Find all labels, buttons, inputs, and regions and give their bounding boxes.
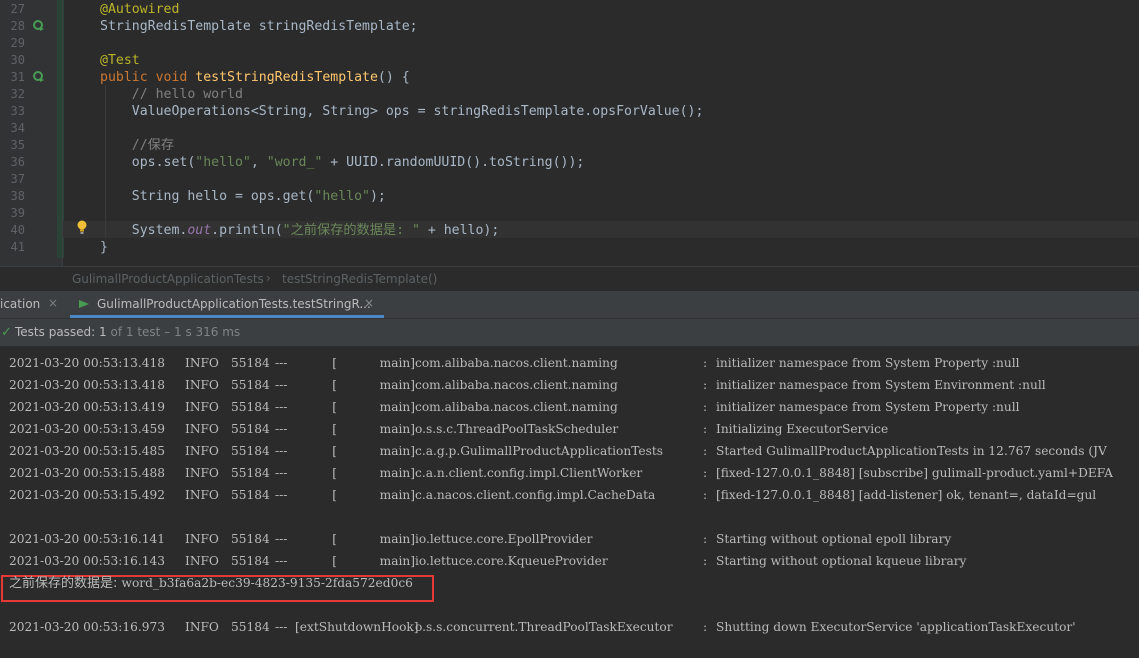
test-status-bar: ✓ Tests passed: 1 of 1 test – 1 s 316 ms xyxy=(0,318,1139,347)
line-number: 40 xyxy=(10,223,25,237)
code-line[interactable]: 33 ValueOperations<String, String> ops =… xyxy=(0,103,1139,120)
line-number: 27 xyxy=(10,2,25,16)
line-number: 37 xyxy=(10,172,25,186)
line-number: 34 xyxy=(10,121,25,135)
code-line[interactable]: 28 StringRedisTemplate stringRedisTemplat… xyxy=(0,18,1139,35)
run-tool-window-tabs: ication × GulimallProductApplicationTest… xyxy=(0,291,1139,318)
code-line[interactable]: 27 @Autowired xyxy=(0,1,1139,18)
tab-previous-run[interactable]: ication xyxy=(0,297,40,311)
code-text: //保存 xyxy=(100,138,175,153)
tab-label: GulimallProductApplicationTests.testStri… xyxy=(97,297,371,311)
code-editor[interactable]: 27 @Autowired 28 StringRedisTemplate string… xyxy=(0,0,1139,266)
line-number: 28 xyxy=(10,19,25,33)
run-test-gutter-icon[interactable] xyxy=(33,71,45,83)
code-line[interactable]: 38 String hello = ops.get("hello"); xyxy=(0,188,1139,205)
line-number: 36 xyxy=(10,155,25,169)
bean-gutter-icon[interactable] xyxy=(33,20,45,32)
code-line[interactable]: 30 @Test xyxy=(0,52,1139,69)
line-number: 30 xyxy=(10,53,25,67)
breadcrumb-method[interactable]: testStringRedisTemplate() xyxy=(282,272,437,286)
breadcrumb: GulimallProductApplicationTests › testSt… xyxy=(0,266,1139,292)
check-icon: ✓ xyxy=(1,325,12,340)
breadcrumb-separator: › xyxy=(266,271,271,285)
code-line[interactable]: 41} xyxy=(0,239,1139,256)
code-text: // hello world xyxy=(100,87,243,102)
lightbulb-intention-icon[interactable] xyxy=(76,220,88,235)
breadcrumb-class[interactable]: GulimallProductApplicationTests xyxy=(72,272,264,286)
line-number: 31 xyxy=(10,70,25,84)
line-number: 35 xyxy=(10,138,25,152)
line-number: 29 xyxy=(10,36,25,50)
code-text: @Autowired xyxy=(100,2,180,17)
code-text: String hello = ops.get("hello"); xyxy=(100,189,386,204)
line-number: 33 xyxy=(10,104,25,118)
tab-test-run-active[interactable]: GulimallProductApplicationTests.testStri… xyxy=(70,291,384,318)
console-output[interactable]: 2021-03-20 00:53:13.418 INFO 55184 ---[ mai… xyxy=(0,346,1139,658)
code-text: ValueOperations<String, String> ops = st… xyxy=(100,104,704,119)
code-line[interactable]: 40 System.out.println("之前保存的数据是: " + hel… xyxy=(0,222,1139,239)
code-text: } xyxy=(100,240,108,255)
line-number: 38 xyxy=(10,189,25,203)
line-number: 32 xyxy=(10,87,25,101)
close-icon[interactable]: × xyxy=(48,296,58,310)
code-text: System.out.println("之前保存的数据是: " + hello)… xyxy=(100,223,500,238)
code-text: public void testStringRedisTemplate() { xyxy=(100,70,410,85)
console-result-line: 之前保存的数据是: word_b3fa6a2b-ec39-4823-9135-2… xyxy=(9,576,413,591)
code-line[interactable]: 39 xyxy=(0,205,1139,222)
code-line[interactable]: 34 xyxy=(0,120,1139,137)
test-passed-icon xyxy=(79,300,89,308)
code-line[interactable]: 36 ops.set("hello", "word_" + UUID.rando… xyxy=(0,154,1139,171)
code-line[interactable]: 37 xyxy=(0,171,1139,188)
line-number: 41 xyxy=(10,240,25,254)
code-line[interactable]: 32 // hello world xyxy=(0,86,1139,103)
code-line[interactable]: 35 //保存 xyxy=(0,137,1139,154)
code-text: @Test xyxy=(100,53,140,68)
code-line[interactable]: 31 public void testStringRedisTemplate() … xyxy=(0,69,1139,86)
code-text: StringRedisTemplate stringRedisTemplate; xyxy=(100,19,418,34)
code-line[interactable]: 29 xyxy=(0,35,1139,52)
line-number: 39 xyxy=(10,206,25,220)
test-status-text: Tests passed: 1 of 1 test – 1 s 316 ms xyxy=(15,325,241,339)
close-icon[interactable]: × xyxy=(364,296,374,310)
code-text: ops.set("hello", "word_" + UUID.randomUU… xyxy=(100,155,585,170)
